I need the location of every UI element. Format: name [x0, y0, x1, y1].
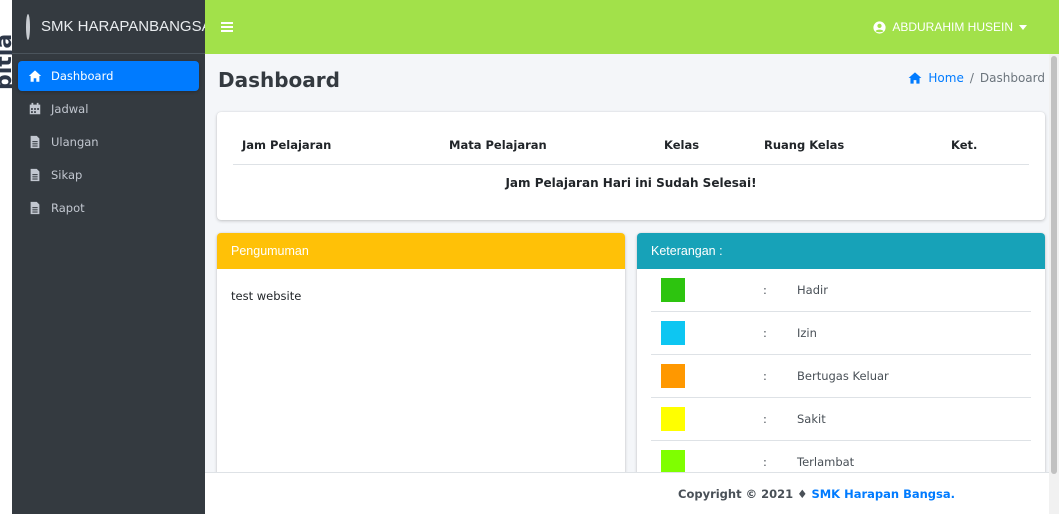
legend-label: Hadir	[797, 283, 828, 297]
list-item: : Hadir	[651, 269, 1031, 312]
legend-separator: :	[763, 326, 767, 340]
watermark-text: pitja	[0, 33, 12, 90]
legend-label: Terlambat	[797, 455, 855, 469]
color-swatch	[661, 321, 685, 345]
legend-separator: :	[763, 283, 767, 297]
list-item: : Izin	[651, 312, 1031, 355]
breadcrumb-separator: /	[969, 71, 974, 85]
sidebar: SMK HARAPANBANGSA Dashboard Jadwal Ulang…	[12, 0, 212, 514]
schedule-table-header: Jam Pelajaran Mata Pelajaran Kelas Ruang…	[233, 138, 1029, 165]
scrollbar-thumb[interactable]	[1051, 56, 1057, 474]
sidebar-item-label: Rapot	[51, 201, 85, 215]
legend-separator: :	[763, 412, 767, 426]
legend-label: Sakit	[797, 412, 826, 426]
list-item: : Sakit	[651, 398, 1031, 441]
calendar-icon	[28, 102, 42, 116]
brand-link[interactable]: SMK HARAPANBANGSA	[12, 0, 212, 54]
sidebar-nav: Dashboard Jadwal Ulangan Sikap Rapot	[12, 54, 205, 233]
user-circle-icon	[873, 20, 886, 34]
menu-toggle-icon[interactable]	[221, 22, 233, 32]
brand-name: SMK HARAPANBANGSA	[41, 18, 212, 35]
sidebar-item-label: Dashboard	[51, 69, 114, 83]
user-menu[interactable]: ABDURAHIM HUSEIN	[873, 0, 1027, 54]
school-logo-icon	[26, 13, 30, 40]
page-title: Dashboard	[218, 68, 340, 92]
legend-card: Keterangan : : Hadir : Izin : Bertugas K…	[637, 233, 1045, 478]
color-swatch	[661, 364, 685, 388]
sidebar-item-jadwal[interactable]: Jadwal	[18, 94, 199, 124]
home-icon	[28, 69, 42, 83]
legend-label: Izin	[797, 326, 817, 340]
caret-down-icon	[1019, 24, 1027, 30]
legend-separator: :	[763, 369, 767, 383]
column-header: Ket.	[951, 138, 978, 152]
topbar: ABDURAHIM HUSEIN	[205, 0, 1059, 54]
legend-separator: :	[763, 455, 767, 469]
list-item: : Bertugas Keluar	[651, 355, 1031, 398]
column-header: Ruang Kelas	[764, 138, 845, 152]
home-icon	[908, 72, 922, 84]
breadcrumb-home-label: Home	[928, 71, 964, 85]
legend-list: : Hadir : Izin : Bertugas Keluar : Sakit…	[637, 269, 1045, 478]
copyright-text: Copyright © 2021 ♦	[678, 486, 808, 501]
breadcrumb: Home / Dashboard	[908, 71, 1045, 85]
color-swatch	[661, 407, 685, 431]
announcement-header: Pengumuman	[217, 233, 625, 269]
footer: Copyright © 2021 ♦ SMK Harapan Bangsa.	[205, 472, 1059, 514]
legend-label: Bertugas Keluar	[797, 369, 889, 383]
column-header: Mata Pelajaran	[449, 138, 547, 152]
file-icon	[28, 135, 42, 149]
footer-school-link[interactable]: SMK Harapan Bangsa.	[811, 487, 955, 501]
breadcrumb-home-link[interactable]: Home	[908, 71, 964, 85]
user-name: ABDURAHIM HUSEIN	[892, 20, 1013, 34]
color-swatch	[661, 450, 685, 474]
announcement-body: test website	[231, 289, 302, 303]
sidebar-item-rapot[interactable]: Rapot	[18, 193, 199, 223]
sidebar-item-sikap[interactable]: Sikap	[18, 160, 199, 190]
sidebar-item-label: Sikap	[51, 168, 83, 182]
page-scrollbar[interactable]	[1049, 54, 1059, 514]
sidebar-item-ulangan[interactable]: Ulangan	[18, 127, 199, 157]
color-swatch	[661, 278, 685, 302]
column-header: Jam Pelajaran	[242, 138, 332, 152]
file-icon	[28, 201, 42, 215]
sidebar-item-label: Jadwal	[51, 102, 89, 116]
watermark-strip: pitja	[0, 0, 12, 514]
column-header: Kelas	[664, 138, 700, 152]
file-icon	[28, 168, 42, 182]
schedule-message: Jam Pelajaran Hari ini Sudah Selesai!	[505, 176, 757, 190]
sidebar-item-label: Ulangan	[51, 135, 99, 149]
schedule-card: Jam Pelajaran Mata Pelajaran Kelas Ruang…	[217, 112, 1045, 220]
sidebar-item-dashboard[interactable]: Dashboard	[18, 61, 199, 91]
announcement-card: Pengumuman test website	[217, 233, 625, 478]
breadcrumb-current: Dashboard	[979, 71, 1045, 85]
legend-header: Keterangan :	[637, 233, 1045, 269]
